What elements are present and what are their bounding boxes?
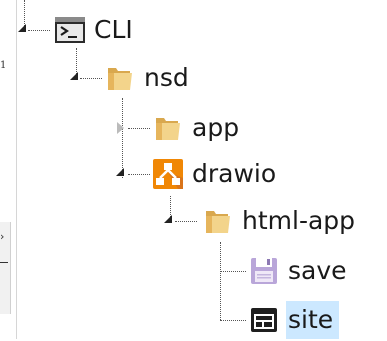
tree-line: [220, 320, 246, 321]
tree-item-label: html-app: [242, 206, 356, 235]
collapse-arrow-icon[interactable]: [164, 215, 172, 223]
tree-item-label: drawio: [192, 159, 277, 188]
clipped-dash: [0, 262, 8, 263]
site-window-icon: [251, 308, 277, 332]
floppy-icon: [251, 258, 277, 284]
folder-icon: [206, 211, 230, 233]
collapse-arrow-icon[interactable]: [116, 168, 124, 176]
collapse-arrow-icon[interactable]: [18, 24, 26, 32]
expand-arrow-icon[interactable]: [117, 122, 124, 134]
clipped-chevron-icon: ›: [0, 230, 5, 243]
tree-item-nsd[interactable]: nsd: [104, 57, 195, 99]
tree-line: [175, 221, 197, 222]
tree-item-label: save: [288, 256, 347, 285]
tree-item-site[interactable]: site: [248, 299, 340, 341]
tree-item-label: CLI: [94, 15, 133, 44]
tree-line: [128, 128, 150, 129]
tree-item-html-app[interactable]: html-app: [202, 200, 361, 242]
collapse-arrow-icon[interactable]: [70, 72, 78, 80]
clipped-text: 1: [0, 60, 7, 71]
folder-icon: [108, 68, 132, 90]
tree-line: [220, 271, 246, 272]
tree-line: [28, 30, 50, 31]
tree-line: [80, 78, 102, 79]
drawio-icon: [153, 159, 183, 189]
tree-item-label: site: [286, 301, 340, 339]
tree-line: [122, 98, 123, 178]
tree-item-app[interactable]: app: [152, 107, 245, 149]
terminal-icon: [55, 17, 85, 43]
folder-icon: [156, 118, 180, 140]
tree-item-label: nsd: [144, 63, 189, 92]
clipped-panel: 1 ›: [0, 0, 16, 339]
tree-line: [220, 242, 221, 320]
tree-item-label: app: [192, 113, 240, 142]
tree-line: [128, 174, 150, 175]
tree-item-cli[interactable]: CLI: [54, 9, 139, 51]
panel-separator: [16, 0, 17, 339]
tree-item-save[interactable]: save: [248, 250, 353, 292]
tree-item-drawio[interactable]: drawio: [152, 153, 282, 195]
tree-view: 1 › CLI nsd app drawio html-app save sit…: [0, 0, 387, 339]
